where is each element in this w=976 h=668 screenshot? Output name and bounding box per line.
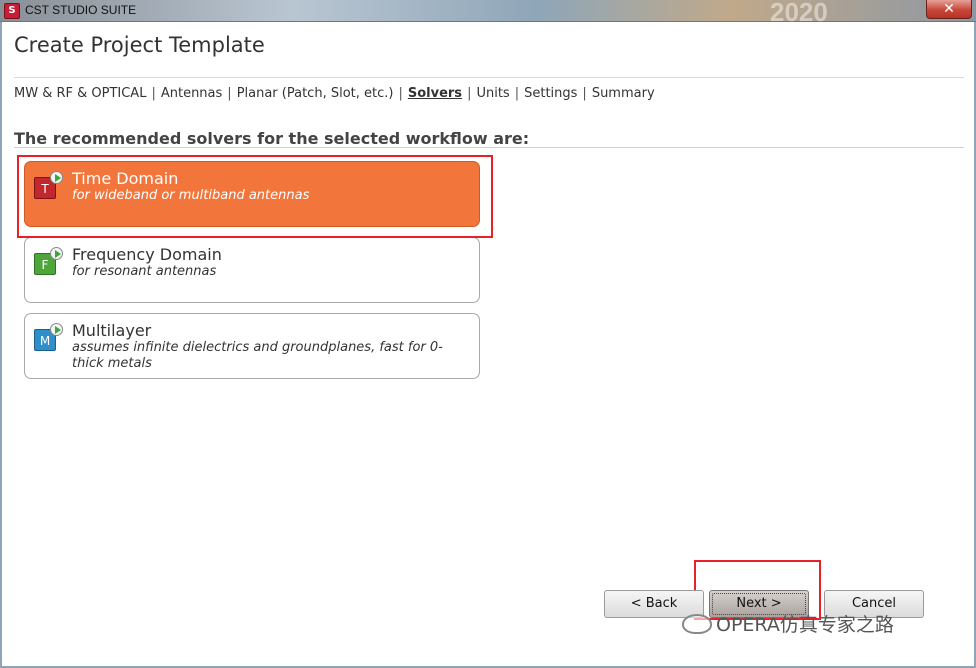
- solver-description: for resonant antennas: [72, 264, 217, 279]
- solver-option-multilayer[interactable]: M Multilayer assumes infinite dielectric…: [24, 313, 480, 379]
- play-icon: [50, 323, 63, 336]
- solvers-heading: The recommended solvers for the selected…: [14, 129, 530, 148]
- wechat-icon: [682, 614, 712, 634]
- breadcrumb-item-planar[interactable]: Planar (Patch, Slot, etc.): [237, 86, 394, 101]
- heading-divider: [14, 147, 964, 148]
- breadcrumb: MW & RF & OPTICAL | Antennas | Planar (Patch…: [14, 86, 655, 101]
- title-bar: S CST STUDIO SUITE 2020 ✕: [0, 0, 976, 27]
- cst-app-icon: S: [4, 3, 20, 19]
- solver-option-time-domain[interactable]: T Time Domain for wideband or multiband …: [24, 161, 480, 227]
- play-icon: [50, 171, 63, 184]
- time-domain-solver-icon: T: [34, 171, 63, 199]
- multilayer-solver-icon: M: [34, 323, 63, 351]
- breadcrumb-item-summary[interactable]: Summary: [592, 86, 655, 101]
- breadcrumb-item-solvers[interactable]: Solvers: [408, 86, 462, 101]
- breadcrumb-separator: |: [582, 86, 587, 101]
- breadcrumb-item-settings[interactable]: Settings: [524, 86, 577, 101]
- watermark: OPERA仿真专家之路: [682, 610, 894, 637]
- solver-title: Multilayer: [72, 321, 152, 340]
- breadcrumb-separator: |: [514, 86, 520, 101]
- solver-option-frequency-domain[interactable]: F Frequency Domain for resonant antennas: [24, 237, 480, 303]
- breadcrumb-separator: |: [398, 86, 403, 101]
- play-icon: [50, 247, 63, 260]
- watermark-text: OPERA仿真专家之路: [716, 614, 894, 636]
- page-title: Create Project Template: [14, 33, 265, 57]
- solver-title: Frequency Domain: [72, 245, 222, 264]
- solver-title: Time Domain: [72, 169, 179, 188]
- close-button[interactable]: ✕: [926, 0, 972, 19]
- breadcrumb-item-mw-rf-optical[interactable]: MW & RF & OPTICAL: [14, 86, 146, 101]
- breadcrumb-separator: |: [467, 86, 472, 101]
- title-divider: [14, 77, 964, 78]
- breadcrumb-item-antennas[interactable]: Antennas: [161, 86, 222, 101]
- solver-description: assumes infinite dielectrics and groundp…: [72, 340, 443, 371]
- frequency-domain-solver-icon: F: [34, 247, 63, 275]
- breadcrumb-separator: |: [227, 86, 232, 101]
- breadcrumb-item-units[interactable]: Units: [476, 86, 509, 101]
- solver-description: for wideband or multiband antennas: [72, 188, 310, 203]
- window-title: CST STUDIO SUITE: [25, 3, 137, 17]
- breadcrumb-separator: |: [151, 86, 156, 101]
